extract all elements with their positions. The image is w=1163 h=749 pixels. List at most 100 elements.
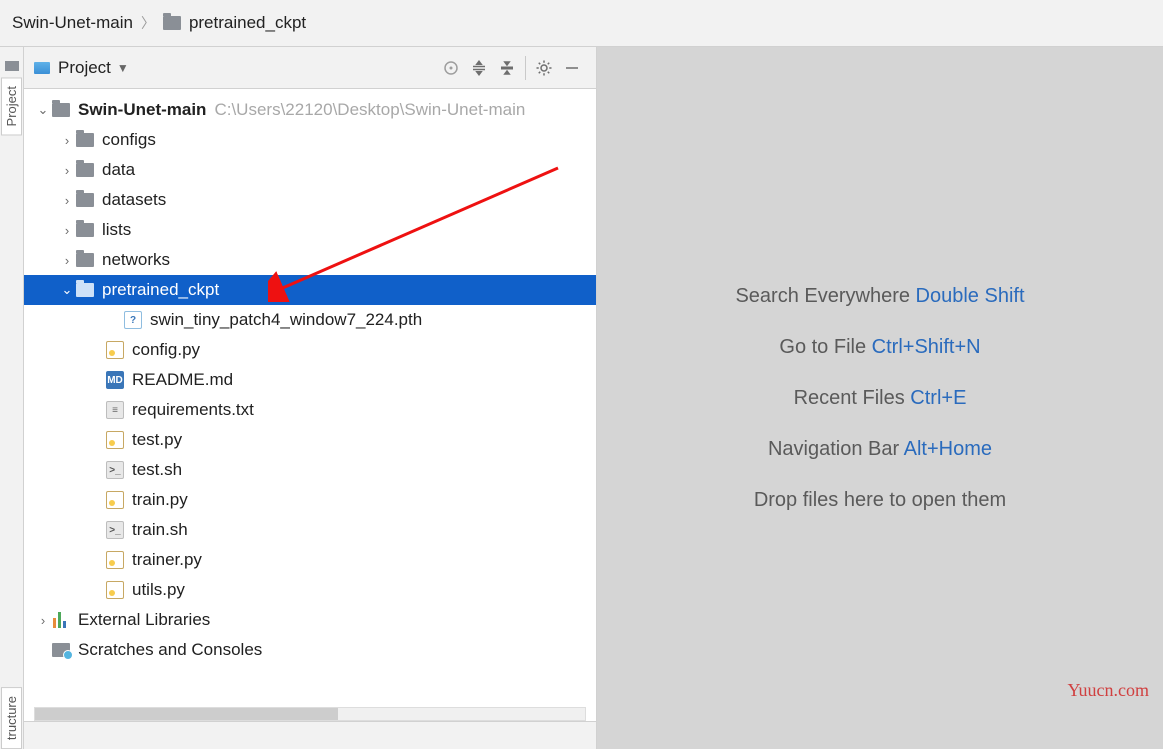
horizontal-scrollbar[interactable] bbox=[34, 707, 586, 721]
tree-file-utils-py[interactable]: utils.py bbox=[24, 575, 596, 605]
chevron-down-icon[interactable]: ▼ bbox=[117, 61, 129, 75]
scratches-icon bbox=[52, 643, 70, 657]
keyboard-shortcut: Ctrl+E bbox=[910, 387, 966, 409]
folder-icon bbox=[76, 223, 94, 237]
tree-label: networks bbox=[102, 250, 170, 270]
chevron-right-icon: 〉 bbox=[141, 13, 155, 33]
tree-file-test-py[interactable]: test.py bbox=[24, 425, 596, 455]
tree-file-requirements[interactable]: ≡ requirements.txt bbox=[24, 395, 596, 425]
text-file-icon: ≡ bbox=[106, 401, 124, 419]
hint-recent-files: Recent Files Ctrl+E bbox=[794, 387, 967, 410]
tree-label: trainer.py bbox=[132, 550, 202, 570]
folder-icon bbox=[76, 193, 94, 207]
panel-header: Project ▼ bbox=[24, 47, 596, 89]
tree-label: pretrained_ckpt bbox=[102, 280, 219, 300]
tree-file-config-py[interactable]: config.py bbox=[24, 335, 596, 365]
scrollbar-thumb[interactable] bbox=[35, 708, 338, 720]
tree-label: Swin-Unet-main bbox=[78, 100, 206, 120]
file-icon: ? bbox=[124, 311, 142, 329]
libraries-icon bbox=[52, 612, 70, 628]
tree-label: swin_tiny_patch4_window7_224.pth bbox=[150, 310, 422, 330]
tree-file-train-sh[interactable]: >_ train.sh bbox=[24, 515, 596, 545]
folder-icon bbox=[76, 253, 94, 267]
tree-label: config.py bbox=[132, 340, 200, 360]
tree-folder-data[interactable]: › data bbox=[24, 155, 596, 185]
keyboard-shortcut: Ctrl+Shift+N bbox=[872, 336, 981, 358]
panel-title[interactable]: Project bbox=[58, 58, 111, 78]
folder-icon bbox=[76, 283, 94, 297]
python-file-icon bbox=[106, 581, 124, 599]
tree-path: C:\Users\22120\Desktop\Swin-Unet-main bbox=[214, 100, 525, 120]
folder-icon bbox=[76, 133, 94, 147]
tree-label: Scratches and Consoles bbox=[78, 640, 262, 660]
folder-icon bbox=[5, 61, 19, 71]
chevron-right-icon[interactable]: › bbox=[58, 163, 76, 178]
chevron-right-icon[interactable]: › bbox=[58, 253, 76, 268]
markdown-file-icon: MD bbox=[106, 371, 124, 389]
python-file-icon bbox=[106, 341, 124, 359]
folder-icon bbox=[52, 103, 70, 117]
hint-goto-file: Go to File Ctrl+Shift+N bbox=[779, 336, 980, 359]
tree-label: train.py bbox=[132, 490, 188, 510]
tree-file-train-py[interactable]: train.py bbox=[24, 485, 596, 515]
keyboard-shortcut: Alt+Home bbox=[904, 438, 992, 460]
tree-file-test-sh[interactable]: >_ test.sh bbox=[24, 455, 596, 485]
chevron-down-icon[interactable]: ⌄ bbox=[58, 282, 76, 298]
breadcrumb-root[interactable]: Swin-Unet-main bbox=[12, 13, 133, 33]
tree-label: External Libraries bbox=[78, 610, 210, 630]
locate-button[interactable] bbox=[437, 54, 465, 82]
tree-root[interactable]: ⌄ Swin-Unet-main C:\Users\22120\Desktop\… bbox=[24, 95, 596, 125]
chevron-down-icon[interactable]: ⌄ bbox=[34, 102, 52, 118]
collapse-all-button[interactable] bbox=[493, 54, 521, 82]
tree-folder-pretrained-ckpt[interactable]: ⌄ pretrained_ckpt bbox=[24, 275, 596, 305]
tree-label: configs bbox=[102, 130, 156, 150]
editor-empty-state[interactable]: Search Everywhere Double Shift Go to Fil… bbox=[597, 47, 1163, 749]
chevron-right-icon[interactable]: › bbox=[34, 613, 52, 628]
tree-label: requirements.txt bbox=[132, 400, 254, 420]
tree-folder-lists[interactable]: › lists bbox=[24, 215, 596, 245]
folder-icon bbox=[163, 16, 181, 30]
tab-project[interactable]: Project bbox=[1, 77, 22, 135]
watermark: Yuucn.com bbox=[1068, 680, 1149, 701]
hide-button[interactable] bbox=[558, 54, 586, 82]
shell-file-icon: >_ bbox=[106, 521, 124, 539]
hint-search: Search Everywhere Double Shift bbox=[735, 285, 1024, 308]
tree-label: test.py bbox=[132, 430, 182, 450]
tree-folder-configs[interactable]: › configs bbox=[24, 125, 596, 155]
tree-external-libraries[interactable]: › External Libraries bbox=[24, 605, 596, 635]
tree-label: train.sh bbox=[132, 520, 188, 540]
tree-scratches[interactable]: Scratches and Consoles bbox=[24, 635, 596, 665]
panel-footer bbox=[24, 721, 596, 749]
gear-icon[interactable] bbox=[530, 54, 558, 82]
python-file-icon bbox=[106, 491, 124, 509]
folder-icon bbox=[76, 163, 94, 177]
tree-folder-datasets[interactable]: › datasets bbox=[24, 185, 596, 215]
breadcrumb-current[interactable]: pretrained_ckpt bbox=[189, 13, 306, 33]
chevron-right-icon[interactable]: › bbox=[58, 223, 76, 238]
chevron-right-icon[interactable]: › bbox=[58, 133, 76, 148]
tree-label: test.sh bbox=[132, 460, 182, 480]
python-file-icon bbox=[106, 431, 124, 449]
tree-label: utils.py bbox=[132, 580, 185, 600]
tree-label: data bbox=[102, 160, 135, 180]
tree-folder-networks[interactable]: › networks bbox=[24, 245, 596, 275]
tree-label: datasets bbox=[102, 190, 166, 210]
chevron-right-icon[interactable]: › bbox=[58, 193, 76, 208]
project-icon bbox=[34, 62, 50, 74]
project-tree[interactable]: ⌄ Swin-Unet-main C:\Users\22120\Desktop\… bbox=[24, 89, 596, 721]
tree-file-pth[interactable]: ? swin_tiny_patch4_window7_224.pth bbox=[24, 305, 596, 335]
tree-label: lists bbox=[102, 220, 131, 240]
hint-drop-files: Drop files here to open them bbox=[754, 489, 1006, 512]
hint-nav-bar: Navigation Bar Alt+Home bbox=[768, 438, 992, 461]
project-tool-window: Project ▼ ⌄ Swin-Unet-main C:\Users\2212… bbox=[24, 47, 597, 749]
python-file-icon bbox=[106, 551, 124, 569]
separator bbox=[525, 56, 526, 80]
shell-file-icon: >_ bbox=[106, 461, 124, 479]
tree-label: README.md bbox=[132, 370, 233, 390]
tab-structure[interactable]: tructure bbox=[1, 687, 22, 749]
tool-window-bar: Project tructure bbox=[0, 47, 24, 749]
tree-file-trainer-py[interactable]: trainer.py bbox=[24, 545, 596, 575]
expand-all-button[interactable] bbox=[465, 54, 493, 82]
breadcrumb: Swin-Unet-main 〉 pretrained_ckpt bbox=[0, 0, 1163, 47]
tree-file-readme[interactable]: MD README.md bbox=[24, 365, 596, 395]
